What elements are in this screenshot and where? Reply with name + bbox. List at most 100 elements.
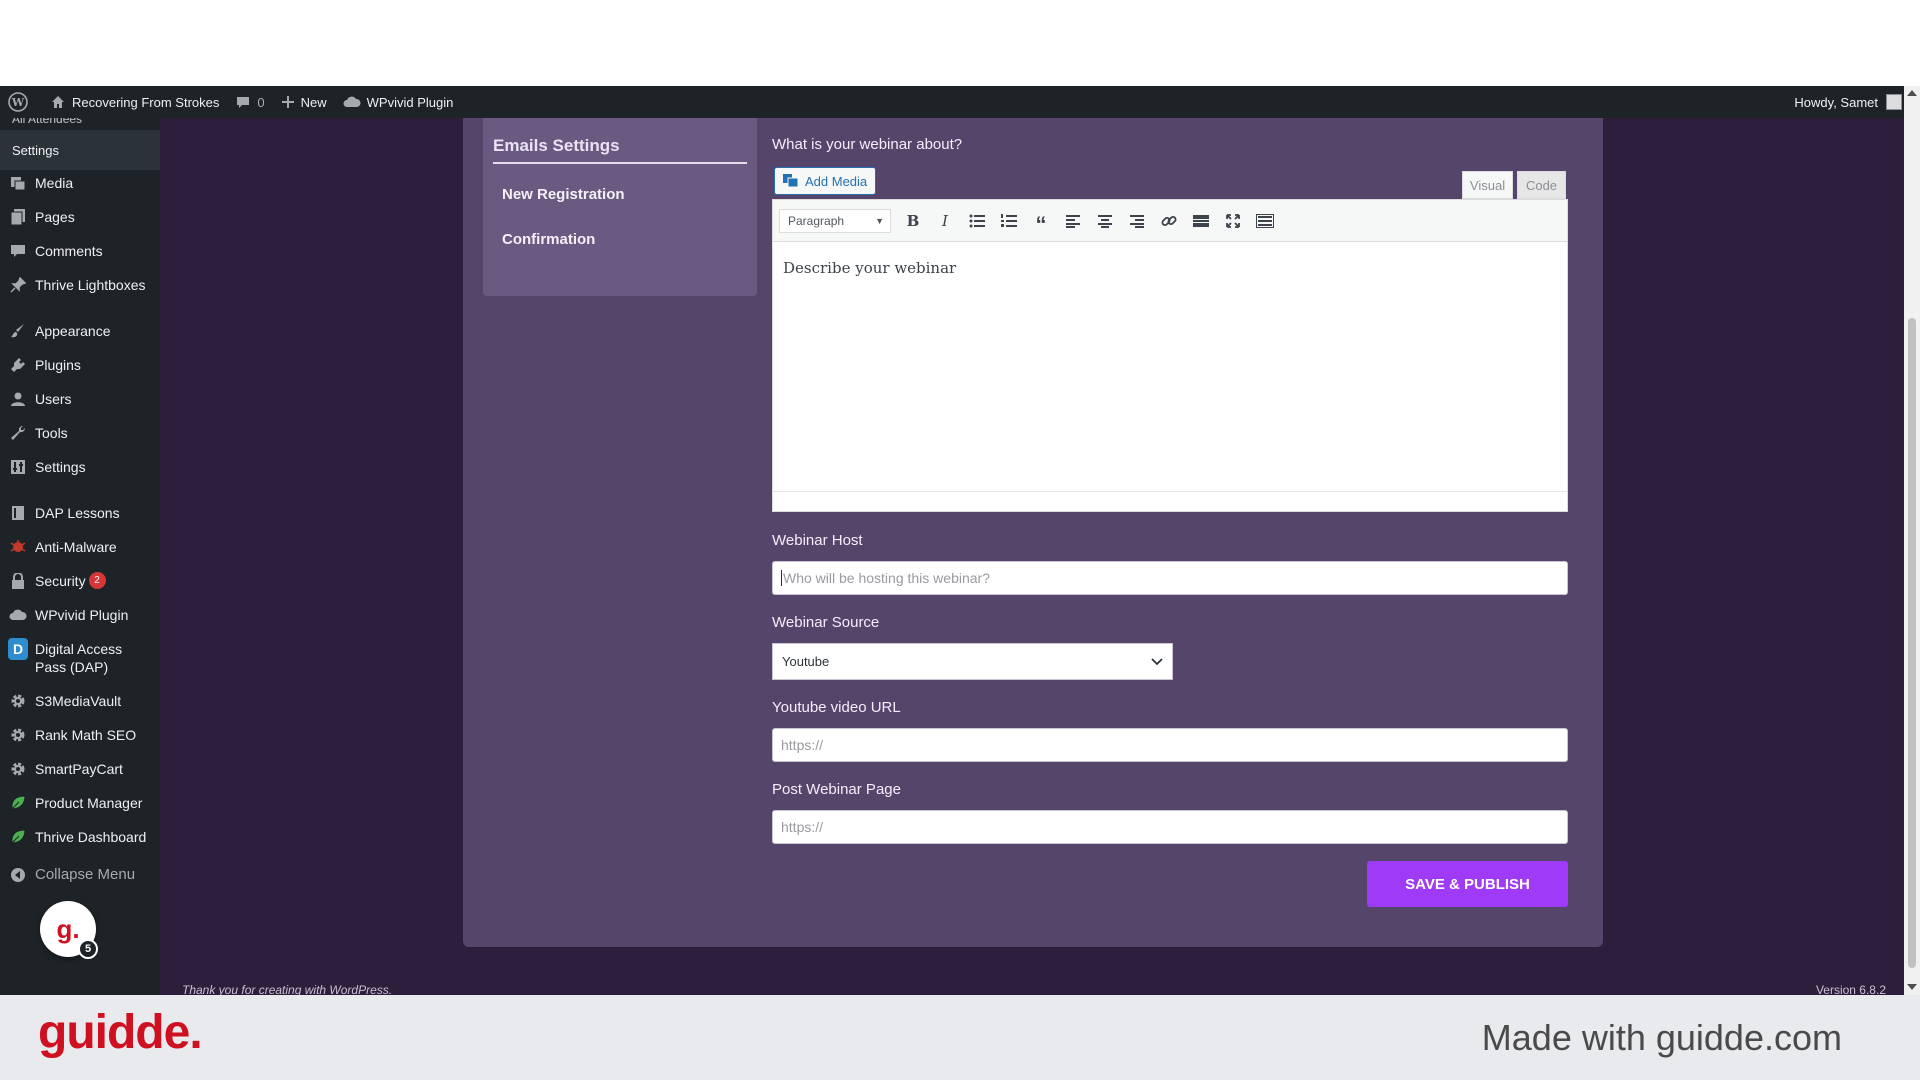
bullet-list-icon[interactable] <box>961 207 993 235</box>
sidebar-item-pages[interactable]: Pages <box>0 208 160 226</box>
security-badge: 2 <box>88 572 106 589</box>
align-left-icon[interactable] <box>1057 207 1089 235</box>
sidebar-item-label: Media <box>35 175 74 191</box>
book-icon <box>8 504 28 522</box>
source-select-value: Youtube <box>782 654 830 669</box>
sidebar-item-smartpaycart[interactable]: SmartPayCart <box>0 760 160 778</box>
comments-link[interactable]: 0 <box>227 86 272 118</box>
post-webinar-input[interactable]: https:// <box>772 810 1568 844</box>
sidebar-item-label: Product Manager <box>35 795 143 811</box>
collapse-menu-button[interactable]: Collapse Menu <box>0 866 160 884</box>
youtube-url-label: Youtube video URL <box>772 699 901 716</box>
my-account-link[interactable]: Howdy, Samet <box>1794 94 1920 110</box>
sidebar-item-appearance[interactable]: Appearance <box>0 322 160 340</box>
sidebar-item-label: S3MediaVault <box>35 693 122 709</box>
sidebar-item-dap[interactable]: D Digital Access Pass (DAP) <box>0 638 160 676</box>
align-center-icon[interactable] <box>1089 207 1121 235</box>
align-right-icon[interactable] <box>1121 207 1153 235</box>
numbered-list-icon[interactable] <box>993 207 1025 235</box>
sidebar-item-label: Comments <box>35 243 103 259</box>
cloud-icon <box>8 606 28 624</box>
sidebar-item-product-manager[interactable]: Product Manager <box>0 794 160 812</box>
avatar <box>1886 94 1902 110</box>
new-label: New <box>300 94 327 110</box>
save-publish-button[interactable]: SAVE & PUBLISH <box>1367 861 1568 907</box>
tab-visual[interactable]: Visual <box>1462 171 1513 199</box>
sidebar-item-media[interactable]: Media <box>0 174 160 192</box>
wpvivid-link[interactable]: WPvivid Plugin <box>335 86 462 118</box>
scroll-down-icon[interactable] <box>1907 984 1917 990</box>
main-content: Emails Settings New Registration Confirm… <box>160 118 1920 995</box>
sidebar-item-label: SmartPayCart <box>35 761 123 777</box>
tab-code[interactable]: Code <box>1517 171 1566 199</box>
lock-icon <box>8 572 28 590</box>
sidebar-item-settings[interactable]: Settings <box>0 458 160 476</box>
italic-icon[interactable]: I <box>929 207 961 235</box>
new-registration-link[interactable]: New Registration <box>502 186 625 203</box>
settings-icon <box>8 458 28 476</box>
link-icon[interactable] <box>1153 207 1185 235</box>
sidebar-item-s3mediavault[interactable]: S3MediaVault <box>0 692 160 710</box>
emails-settings-card: Emails Settings New Registration Confirm… <box>483 118 757 296</box>
youtube-url-input[interactable]: https:// <box>772 728 1568 762</box>
sidebar-item-label: Users <box>35 391 72 407</box>
webinar-settings-panel: Emails Settings New Registration Confirm… <box>463 118 1603 947</box>
source-select[interactable]: Youtube <box>772 643 1173 680</box>
sidebar-item-label: Rank Math SEO <box>35 727 137 743</box>
sidebar-item-anti-malware[interactable]: Anti-Malware <box>0 538 160 556</box>
sidebar-item-tools[interactable]: Tools <box>0 424 160 442</box>
sidebar-item-rank-math[interactable]: Rank Math SEO <box>0 726 160 744</box>
add-media-label: Add Media <box>805 173 868 189</box>
site-name-link[interactable]: Recovering From Strokes <box>42 86 227 118</box>
blockquote-icon[interactable]: “ <box>1025 207 1057 237</box>
sidebar-item-label: Settings <box>35 459 86 475</box>
sidebar-item-thrive-lightboxes[interactable]: Thrive Lightboxes <box>0 276 160 294</box>
scrollbar-thumb[interactable] <box>1908 318 1916 968</box>
editor-content[interactable]: Describe your webinar <box>773 242 1567 294</box>
sidebar-item-security[interactable]: Security 2 <box>0 572 160 590</box>
collapse-arrow-icon <box>8 866 28 884</box>
sidebar-item-comments[interactable]: Comments <box>0 242 160 260</box>
plugin-icon <box>8 356 28 374</box>
sidebar-item-label: WPvivid Plugin <box>35 607 129 623</box>
wpvivid-label: WPvivid Plugin <box>366 94 454 110</box>
sidebar-item-wpvivid[interactable]: WPvivid Plugin <box>0 606 160 624</box>
emails-settings-title: Emails Settings <box>493 136 747 164</box>
about-label: What is your webinar about? <box>772 136 963 153</box>
bold-icon[interactable]: B <box>897 207 929 235</box>
svg-text:W: W <box>11 96 25 109</box>
scroll-up-icon[interactable] <box>1907 90 1917 96</box>
submenu-settings[interactable]: Settings <box>0 130 160 170</box>
description-editor: Paragraph ▼ B I “ Describe your webinar <box>772 199 1568 512</box>
guidde-footer-bar: guidde. Made with guidde.com <box>0 995 1920 1080</box>
cloud-icon <box>343 96 361 107</box>
new-content-link[interactable]: New <box>273 86 335 118</box>
toolbar-toggle-icon[interactable] <box>1249 207 1281 235</box>
bug-icon <box>8 538 28 556</box>
post-webinar-label: Post Webinar Page <box>772 781 901 798</box>
gear-icon <box>8 726 28 744</box>
page-scrollbar[interactable] <box>1904 86 1920 995</box>
dap-icon: D <box>8 638 28 660</box>
confirmation-link[interactable]: Confirmation <box>502 231 595 248</box>
pin-icon <box>8 276 28 294</box>
format-select[interactable]: Paragraph ▼ <box>779 208 891 233</box>
add-media-button[interactable]: Add Media <box>774 167 876 195</box>
guidde-widget-button[interactable]: g. 5 <box>40 901 98 959</box>
chevron-down-icon <box>1151 657 1163 665</box>
admin-bar: W Recovering From Strokes 0 New WPvivid … <box>0 86 1920 118</box>
media-icon <box>8 174 28 192</box>
source-label: Webinar Source <box>772 614 880 631</box>
sidebar-item-dap-lessons[interactable]: DAP Lessons <box>0 504 160 522</box>
wordpress-logo-icon[interactable]: W <box>0 86 42 118</box>
gear-icon <box>8 692 28 710</box>
sidebar-item-thrive-dashboard[interactable]: Thrive Dashboard <box>0 828 160 846</box>
sidebar-item-label: Digital Access Pass (DAP) <box>35 641 123 675</box>
sidebar-item-plugins[interactable]: Plugins <box>0 356 160 374</box>
submenu-all-attendees[interactable]: All Attendees <box>12 118 82 126</box>
host-input[interactable]: Who will be hosting this webinar? <box>772 561 1568 595</box>
fullscreen-icon[interactable] <box>1217 207 1249 235</box>
read-more-icon[interactable] <box>1185 207 1217 235</box>
user-icon <box>8 390 28 408</box>
sidebar-item-users[interactable]: Users <box>0 390 160 408</box>
